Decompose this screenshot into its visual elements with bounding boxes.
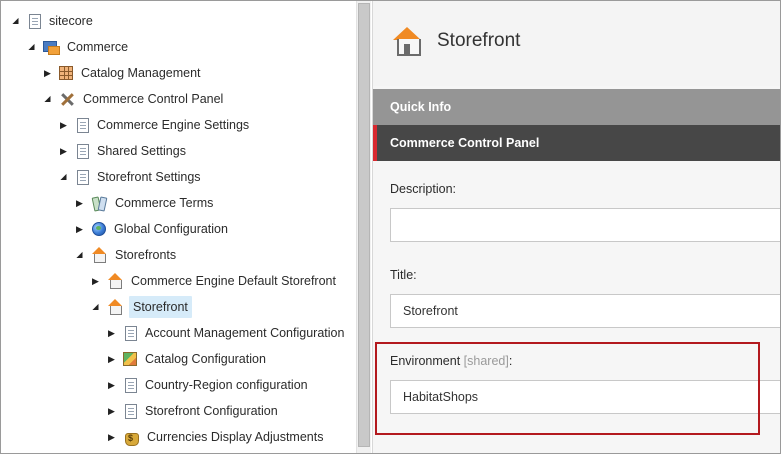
expand-arrow-icon[interactable]: ▶ [106,322,117,344]
collapse-arrow-icon[interactable]: ◢ [58,166,69,188]
scrollbar-thumb[interactable] [358,3,370,447]
collapse-arrow-icon[interactable]: ◢ [74,244,85,266]
money-bag-icon [123,429,139,446]
expand-arrow-icon[interactable]: ▶ [74,218,85,240]
page-title: Storefront [437,30,521,51]
expand-arrow-icon[interactable]: ▶ [58,140,69,162]
document-icon [29,13,41,29]
tree-item-label: Country-Region configuration [145,378,308,392]
tree-item-label: Shared Settings [97,144,186,158]
description-field[interactable] [390,208,780,242]
tree-item-country-region-configuration[interactable]: ▶ Country-Region configuration [106,374,310,396]
shared-marker: [shared] [463,354,509,368]
tree-item-storefronts[interactable]: ◢ Storefronts [74,244,178,266]
environment-field[interactable]: HabitatShops [390,380,780,414]
document-icon [125,325,137,341]
tree-item-label: Catalog Management [81,66,201,80]
document-icon [77,117,89,133]
tree-item-account-management-configuration[interactable]: ▶ Account Management Configuration [106,322,346,344]
document-icon [125,377,137,393]
environment-label-colon: : [508,354,513,368]
tree-item-global-configuration[interactable]: ▶ Global Configuration [74,218,230,240]
tree-item-label: Account Management Configuration [145,326,345,340]
tree-item-storefront-settings[interactable]: ◢ Storefront Settings [58,166,203,188]
globe-icon [92,222,106,236]
house-icon [107,299,123,315]
tree-item-storefront[interactable]: ◢ Storefront [90,296,192,318]
expand-arrow-icon[interactable]: ▶ [106,426,117,448]
title-label: Title: [390,268,417,282]
tree-item-shared-settings[interactable]: ▶ Shared Settings [58,140,188,162]
expand-arrow-icon[interactable]: ▶ [106,348,117,370]
expand-arrow-icon[interactable]: ▶ [42,62,53,84]
section-quick-info[interactable]: Quick Info [373,89,780,125]
tree-item-label: Global Configuration [114,222,228,236]
expand-arrow-icon[interactable]: ▶ [58,114,69,136]
tree-item-currencies-display-adjustments[interactable]: ▶ Currencies Display Adjustments [106,426,325,448]
tree-item-label: Commerce Engine Default Storefront [131,274,336,288]
content-tree: ◢ sitecore ◢ Commerce ▶ Catalog Manageme… [1,1,356,453]
item-header: Storefront [373,1,780,86]
tree-item-catalog-management[interactable]: ▶ Catalog Management [42,62,203,84]
collapse-arrow-icon[interactable]: ◢ [26,36,37,58]
title-field[interactable]: Storefront [390,294,780,328]
collapse-arrow-icon[interactable]: ◢ [10,10,21,32]
house-icon [107,273,123,289]
tree-scrollbar[interactable] [356,1,371,453]
expand-arrow-icon[interactable]: ▶ [106,374,117,396]
tree-item-label: Commerce Engine Settings [97,118,250,132]
tree-item-label: Catalog Configuration [145,352,266,366]
house-icon [91,247,107,263]
tree-item-commerce[interactable]: ◢ Commerce [26,36,130,58]
expand-arrow-icon[interactable]: ▶ [90,270,101,292]
tree-item-label: Currencies Display Adjustments [147,430,324,444]
tree-item-label: Storefront Settings [97,170,201,184]
tree-item-catalog-configuration[interactable]: ▶ Catalog Configuration [106,348,268,370]
expand-arrow-icon[interactable]: ▶ [106,400,117,422]
commerce-icon [43,40,60,55]
terms-icon [91,195,107,211]
document-icon [125,403,137,419]
tree-item-commerce-engine-default-storefront[interactable]: ▶ Commerce Engine Default Storefront [90,270,338,292]
document-icon [77,169,89,185]
description-label: Description: [390,182,456,196]
collapse-arrow-icon[interactable]: ◢ [90,296,101,318]
section-commerce-control-panel[interactable]: Commerce Control Panel [373,125,780,161]
tools-icon [59,91,75,107]
environment-label: Environment [shared]: [390,354,512,368]
catalog-config-icon [123,352,137,366]
collapse-arrow-icon[interactable]: ◢ [42,88,53,110]
tree-item-label: Commerce Control Panel [83,92,224,106]
catalog-grid-icon [59,66,73,80]
document-icon [77,143,89,159]
tree-item-label: Storefront Configuration [145,404,278,418]
tree-item-label: Storefronts [115,248,177,262]
expand-arrow-icon[interactable]: ▶ [74,192,85,214]
tree-item-storefront-configuration[interactable]: ▶ Storefront Configuration [106,400,280,422]
environment-label-text: Environment [390,354,461,368]
tree-item-commerce-engine-settings[interactable]: ▶ Commerce Engine Settings [58,114,251,136]
tree-item-label: Commerce Terms [115,196,214,210]
tree-item-commerce-control-panel[interactable]: ◢ Commerce Control Panel [42,88,225,110]
content-editor: Storefront Quick Info Commerce Control P… [372,1,780,453]
tree-item-label: sitecore [49,14,93,28]
tree-item-commerce-terms[interactable]: ▶ Commerce Terms [74,192,215,214]
house-icon [393,27,421,56]
tree-item-sitecore[interactable]: ◢ sitecore [10,10,95,32]
tree-item-label-selected: Storefront [129,296,192,318]
tree-item-label: Commerce [67,40,129,54]
